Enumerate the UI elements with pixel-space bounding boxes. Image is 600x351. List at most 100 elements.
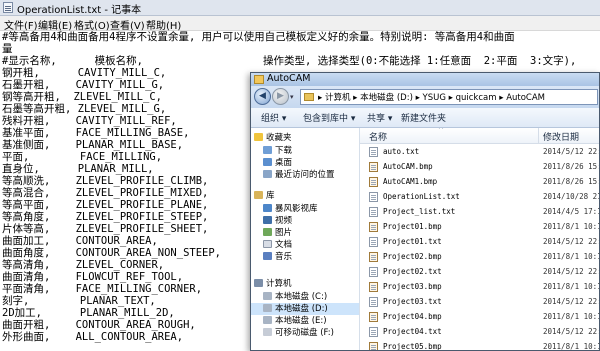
image-file-icon bbox=[369, 282, 378, 292]
nav-item-drive-e[interactable]: 本地磁盘 (E:) bbox=[263, 315, 327, 327]
nav-computer[interactable]: 计算机 bbox=[254, 278, 292, 290]
nav-item-drive-f[interactable]: 可移动磁盘 (F:) bbox=[263, 327, 334, 339]
file-name: Project04.bmp bbox=[383, 312, 442, 321]
new-folder-button[interactable]: 新建文件夹 bbox=[401, 111, 446, 124]
nav-item-drive-d[interactable]: 本地磁盘 (D:) bbox=[251, 303, 359, 315]
nav-item-music[interactable]: 音乐 bbox=[263, 251, 292, 263]
menu-help[interactable]: 帮助(H) bbox=[146, 17, 181, 32]
download-folder-icon bbox=[263, 146, 272, 154]
column-date-header[interactable]: 修改日期 bbox=[543, 130, 579, 143]
file-row[interactable]: Project04.bmp 2011/8/1 10:11 bbox=[360, 309, 599, 324]
desktop-icon bbox=[263, 158, 272, 166]
file-list: ^ 名称 修改日期 auto.txt 2014/5/12 22:12 AutoCAM… bbox=[360, 128, 600, 351]
text-line: 平面清角, FACE_MILLING_CORNER, bbox=[2, 283, 203, 295]
file-row[interactable]: Project03.bmp 2011/8/1 10:11 bbox=[360, 279, 599, 294]
file-row[interactable]: AutoCAM1.bmp 2011/8/26 15:53 bbox=[360, 174, 599, 189]
chevron-down-icon[interactable]: ▾ bbox=[290, 93, 298, 101]
column-name-header[interactable]: 名称 bbox=[369, 130, 387, 143]
image-file-icon bbox=[369, 222, 378, 232]
menu-view[interactable]: 查看(V) bbox=[110, 17, 145, 32]
nav-item-downloads[interactable]: 下载 bbox=[263, 145, 292, 157]
file-date: 2014/5/12 22:12 bbox=[543, 297, 599, 306]
address-bar-area: ◀ ▶ ▾ ▸ 计算机 ▸ 本地磁盘 (D:) ▸ YSUG ▸ quickca… bbox=[251, 86, 599, 108]
file-name: Project01.txt bbox=[383, 237, 442, 246]
file-date: 2014/5/12 22:12 bbox=[543, 267, 599, 276]
text-line: 曲面清角, FLOWCUT_REF_TOOL, bbox=[2, 271, 184, 283]
include-in-library-button[interactable]: 包含到库中 ▾ bbox=[303, 111, 355, 124]
organize-button[interactable]: 组织 ▾ bbox=[261, 111, 286, 124]
nav-item-drive-c[interactable]: 本地磁盘 (C:) bbox=[263, 291, 327, 303]
text-line: 钢开粗, CAVITY_MILL_C, bbox=[2, 67, 167, 79]
explorer-title-bar[interactable]: AutoCAM bbox=[251, 73, 599, 86]
file-date: 2014/10/28 21:2 bbox=[543, 192, 599, 201]
column-separator[interactable] bbox=[538, 128, 539, 143]
file-date: 2011/8/1 10:11 bbox=[543, 222, 600, 231]
file-name: Project03.bmp bbox=[383, 282, 442, 291]
notepad-menu-bar: 文件(F) 编辑(E) 格式(O) 查看(V) 帮助(H) bbox=[0, 16, 600, 32]
nav-favorites[interactable]: 收藏夹 bbox=[254, 132, 292, 144]
file-row[interactable]: auto.txt 2014/5/12 22:12 bbox=[360, 144, 599, 159]
file-row[interactable]: Project01.bmp 2011/8/1 10:11 bbox=[360, 219, 600, 234]
text-line: 刻字, PLANAR_TEXT, bbox=[2, 295, 156, 307]
forward-arrow-icon[interactable]: ▶ bbox=[272, 88, 289, 105]
file-row[interactable]: Project02.txt 2014/5/12 22:12 bbox=[360, 264, 599, 279]
notepad-title-bar[interactable]: OperationList.txt - 记事本 bbox=[0, 0, 600, 16]
file-name: OperationList.txt bbox=[383, 192, 460, 201]
file-row[interactable]: Project04.txt 2014/5/12 22:12 bbox=[360, 324, 599, 339]
file-name: Project02.bmp bbox=[383, 252, 442, 261]
nav-item-storm-video[interactable]: 暴风影视库 bbox=[263, 203, 318, 215]
file-row[interactable]: Project03.txt 2014/5/12 22:12 bbox=[360, 294, 599, 309]
recent-places-icon bbox=[263, 170, 272, 178]
navigation-pane: 收藏夹 下载 桌面 最近访问的位置 库 暴风影视库 视频 图片 文档 音乐 计算… bbox=[251, 128, 360, 350]
address-bar[interactable]: ▸ 计算机 ▸ 本地磁盘 (D:) ▸ YSUG ▸ quickcam ▸ Au… bbox=[300, 89, 598, 105]
file-row[interactable]: OperationList.txt 2014/10/28 21:2 bbox=[360, 189, 599, 204]
menu-edit[interactable]: 编辑(E) bbox=[38, 17, 72, 32]
nav-item-desktop[interactable]: 桌面 bbox=[263, 157, 292, 169]
file-name: Project04.txt bbox=[383, 327, 442, 336]
nav-item-recent[interactable]: 最近访问的位置 bbox=[263, 169, 335, 181]
file-name: Project01.bmp bbox=[383, 222, 442, 231]
menu-file[interactable]: 文件(F) bbox=[4, 17, 38, 32]
back-arrow-icon[interactable]: ◀ bbox=[254, 88, 271, 105]
file-row[interactable]: Project01.txt 2014/5/12 22:12 bbox=[360, 234, 599, 249]
file-name: Project05.bmp bbox=[383, 342, 442, 351]
text-line: 钢等高开粗, ZLEVEL_MILL_C, bbox=[2, 91, 162, 103]
file-row[interactable]: Project_list.txt 2014/4/5 17:17 bbox=[360, 204, 600, 219]
text-line: 基准平面, FACE_MILLING_BASE, bbox=[2, 127, 190, 139]
file-date: 2011/8/1 10:11 bbox=[543, 342, 600, 351]
file-row[interactable]: Project02.bmp 2011/8/1 10:11 bbox=[360, 249, 599, 264]
explorer-title: AutoCAM bbox=[267, 73, 311, 84]
file-date: 2014/4/5 17:17 bbox=[543, 207, 600, 216]
nav-libraries[interactable]: 库 bbox=[254, 190, 275, 202]
text-line: 2D加工, PLANAR_MILL_2D, bbox=[2, 307, 175, 319]
notepad-icon bbox=[3, 2, 13, 13]
removable-drive-icon bbox=[263, 328, 272, 336]
file-name: AutoCAM.bmp bbox=[383, 162, 433, 171]
library-icon bbox=[254, 191, 263, 199]
menu-format[interactable]: 格式(O) bbox=[74, 17, 110, 32]
nav-item-pictures[interactable]: 图片 bbox=[263, 227, 292, 239]
video-library-icon bbox=[263, 204, 272, 212]
file-row[interactable]: Project05.bmp 2011/8/1 10:11 bbox=[360, 339, 600, 351]
text-line: #显示名称, 模板名称, 操作类型, 选择类型(0:不能选择 1:任意面 2:平… bbox=[2, 55, 577, 67]
file-date: 2014/5/12 22:12 bbox=[543, 147, 599, 156]
text-line: 量 bbox=[2, 43, 13, 55]
text-line: 等高顺洗, ZLEVEL_PROFILE_CLIMB, bbox=[2, 175, 209, 187]
file-date: 2014/5/12 22:12 bbox=[543, 327, 599, 336]
nav-item-documents[interactable]: 文档 bbox=[263, 239, 292, 251]
notepad-title: OperationList.txt - 记事本 bbox=[17, 5, 142, 16]
share-button[interactable]: 共享 ▾ bbox=[367, 111, 392, 124]
text-file-icon bbox=[369, 207, 378, 217]
image-file-icon bbox=[369, 252, 378, 262]
text-file-icon bbox=[369, 267, 378, 277]
text-line: #等高备用4和曲面备用4程序不设置余量, 用户可以使用自己模板定义好的余量。特别… bbox=[2, 31, 515, 43]
text-line: 等高混合, ZLEVEL_PROFILE_MIXED, bbox=[2, 187, 209, 199]
file-date: 2011/8/26 15:53 bbox=[543, 177, 599, 186]
drive-icon bbox=[263, 304, 272, 312]
file-date: 2014/5/12 22:12 bbox=[543, 237, 599, 246]
image-file-icon bbox=[369, 312, 378, 322]
image-file-icon bbox=[369, 177, 378, 187]
text-line: 等高角度, ZLEVEL_PROFILE_STEEP, bbox=[2, 211, 209, 223]
file-row[interactable]: AutoCAM.bmp 2011/8/26 15:53 bbox=[360, 159, 599, 174]
nav-item-videos[interactable]: 视频 bbox=[263, 215, 292, 227]
